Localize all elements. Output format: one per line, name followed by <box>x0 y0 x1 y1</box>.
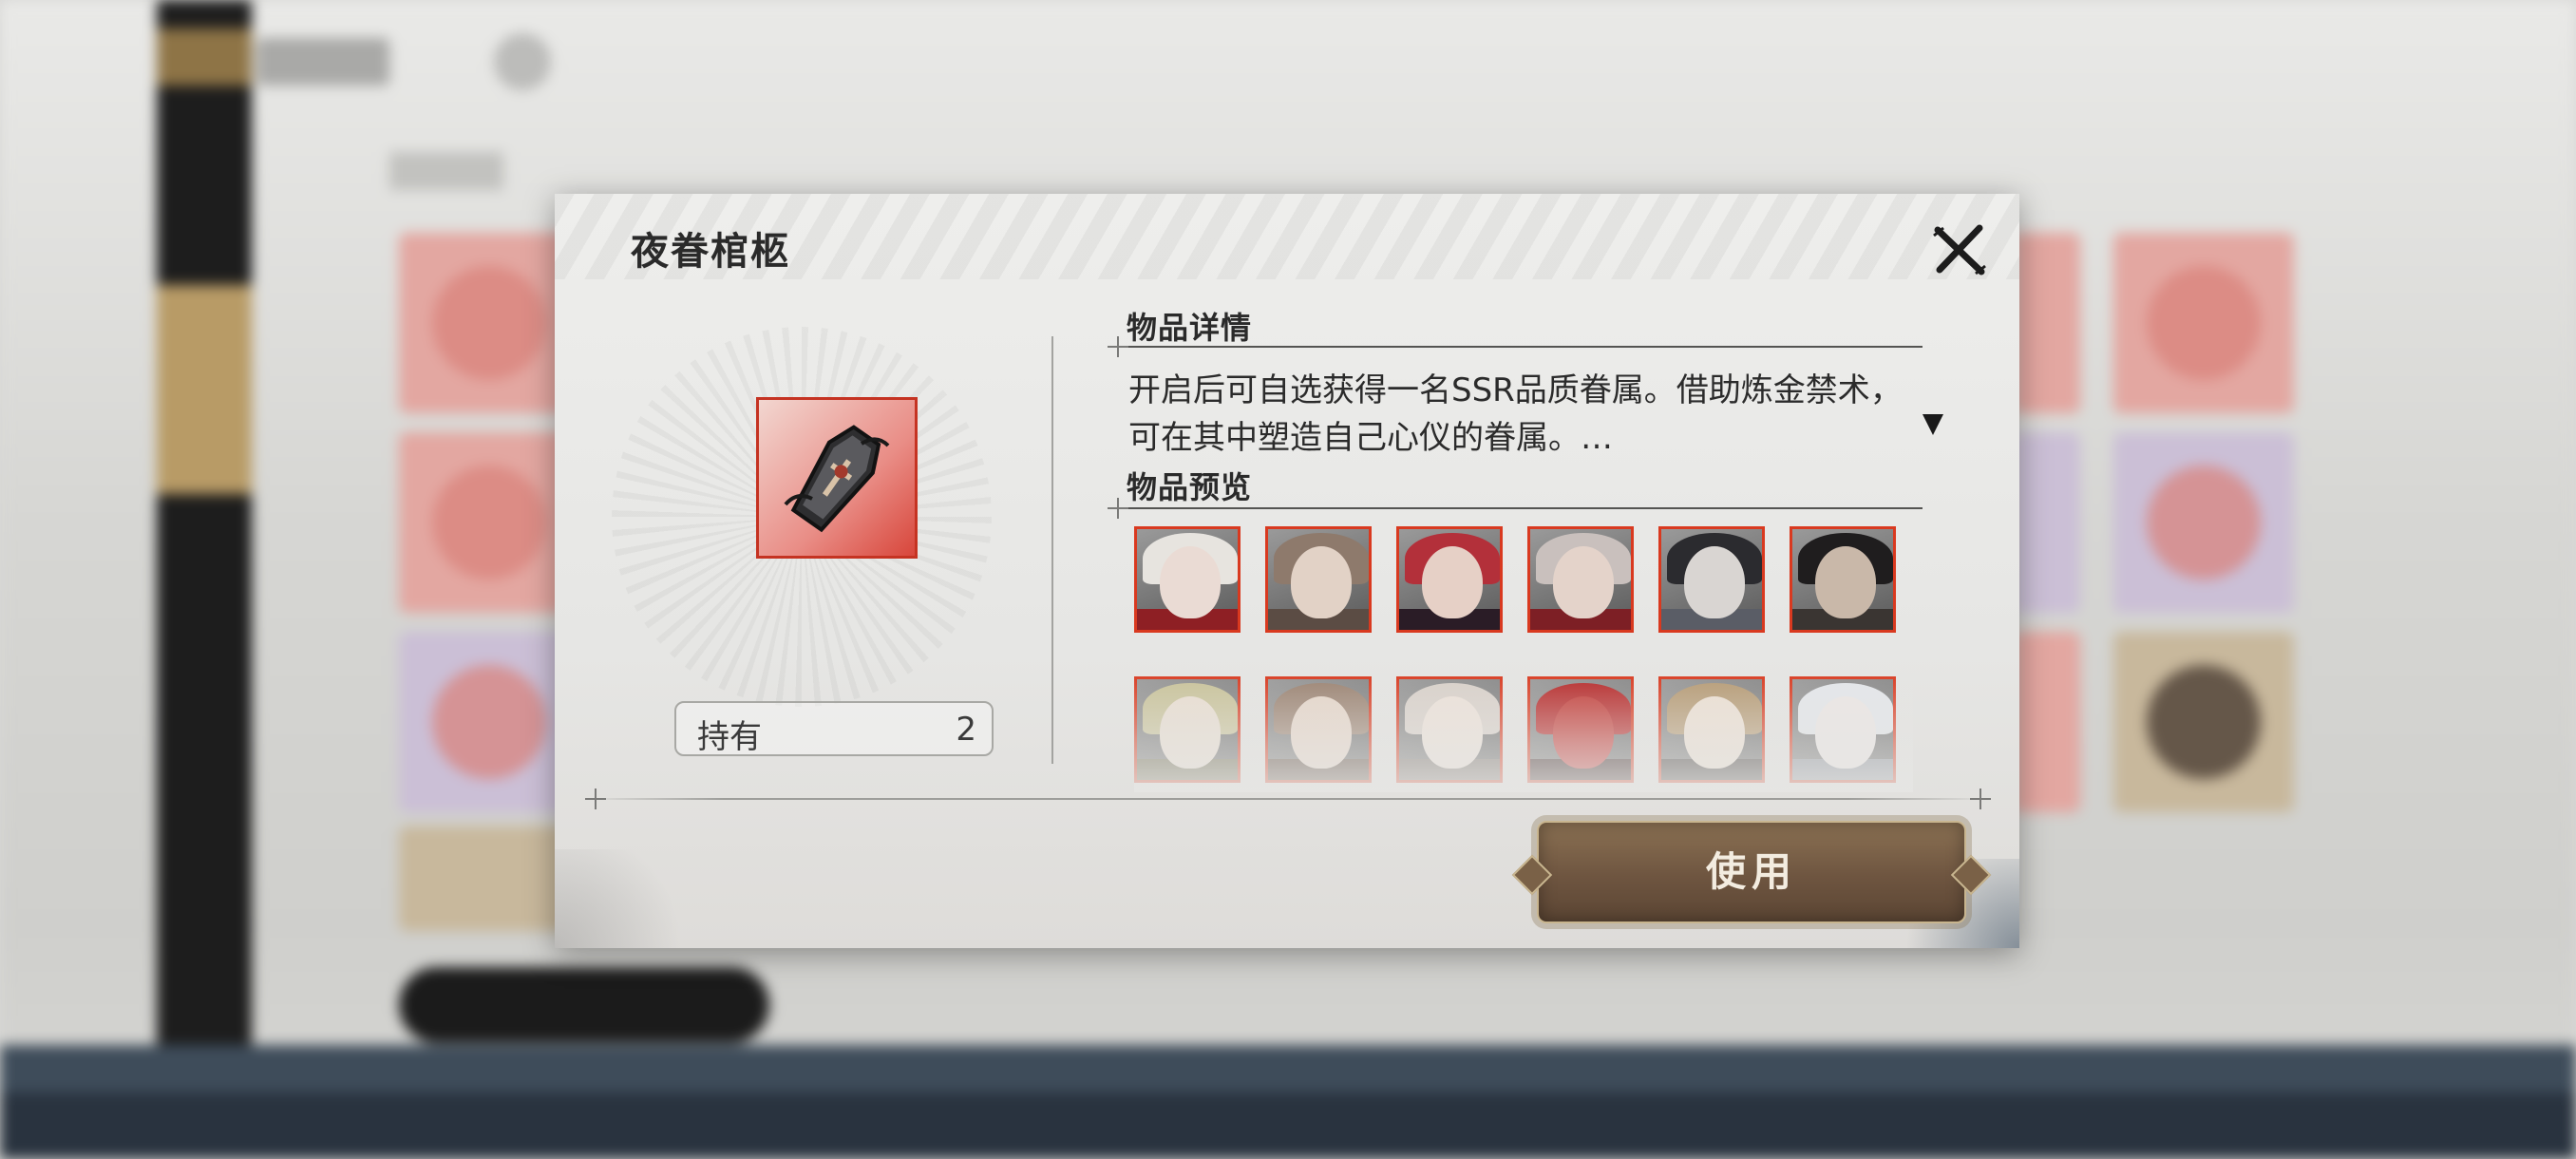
sparkle-ornament <box>585 788 606 809</box>
coffin-icon <box>784 425 890 533</box>
bg-top-icon <box>494 33 551 90</box>
sparkle-ornament <box>1108 336 1128 357</box>
owned-count: 2 <box>956 711 976 749</box>
bg-top-label <box>256 38 389 86</box>
owned-count-box: 持有 2 <box>674 701 994 756</box>
portrait-face <box>1684 546 1745 618</box>
character-portrait[interactable] <box>1658 526 1765 633</box>
character-portrait[interactable] <box>1265 676 1372 783</box>
character-portrait[interactable] <box>1658 676 1765 783</box>
character-portrait[interactable] <box>1790 676 1896 783</box>
preview-portrait-grid <box>1134 526 1913 792</box>
item-detail-dialog: 夜眷棺柩 持有 2 物品详情 开启后可自选获得一名SSR品质眷属。借助炼金禁术，… <box>555 194 2019 948</box>
detail-section-title: 物品详情 <box>1127 310 1253 346</box>
character-portrait[interactable] <box>1527 526 1634 633</box>
sparkle-ornament <box>1108 498 1128 519</box>
portrait-face <box>1553 696 1614 769</box>
bg-item-card <box>399 826 579 931</box>
bg-item-card <box>2014 233 2080 413</box>
use-button[interactable]: 使用 <box>1537 821 1966 923</box>
bg-wave-dark <box>0 1092 2576 1159</box>
character-portrait[interactable] <box>1396 526 1503 633</box>
close-x-icon <box>1933 224 1986 276</box>
character-portrait[interactable] <box>1265 526 1372 633</box>
bg-category-tab <box>389 152 503 190</box>
item-icon-frame <box>756 397 918 559</box>
preview-section-title: 物品预览 <box>1127 469 1253 505</box>
item-description: 开启后可自选获得一名SSR品质眷属。借助炼金禁术，可在其中塑造自己心仪的眷属。… <box>1128 371 1903 457</box>
portrait-face <box>1422 696 1483 769</box>
bg-item-card <box>2014 432 2080 613</box>
portrait-face <box>1160 546 1221 618</box>
caret-down-icon[interactable] <box>1923 414 1943 435</box>
dialog-title: 夜眷棺柩 <box>631 229 790 274</box>
vertical-divider <box>1051 336 1053 764</box>
bg-item-card <box>2113 432 2294 613</box>
portrait-face <box>1291 546 1352 618</box>
preview-title-underline <box>1125 507 1923 509</box>
portrait-face <box>1815 696 1876 769</box>
bg-sidebar-selected-tab <box>157 285 252 494</box>
detail-title-underline <box>1125 346 1923 348</box>
portrait-face <box>1291 696 1352 769</box>
bg-item-card <box>2014 632 2080 812</box>
dialog-corner-decor <box>555 849 707 948</box>
portrait-face <box>1160 696 1221 769</box>
bg-item-card <box>399 632 579 812</box>
close-button[interactable] <box>1926 217 1993 283</box>
portrait-face <box>1815 546 1876 618</box>
bg-sidebar-accent <box>157 28 252 86</box>
bg-item-card <box>399 432 579 613</box>
bg-left-sidebar <box>157 0 252 1159</box>
character-portrait[interactable] <box>1134 676 1241 783</box>
bg-bottom-button <box>399 967 769 1043</box>
character-portrait[interactable] <box>1134 526 1241 633</box>
character-portrait[interactable] <box>1527 676 1634 783</box>
character-portrait[interactable] <box>1790 526 1896 633</box>
bg-item-card <box>2113 233 2294 413</box>
bottom-divider <box>583 798 1989 800</box>
portrait-face <box>1684 696 1745 769</box>
owned-label: 持有 <box>697 718 762 756</box>
portrait-face <box>1422 546 1483 618</box>
bg-item-card <box>2113 632 2294 812</box>
bg-item-card <box>399 233 579 413</box>
character-portrait[interactable] <box>1396 676 1503 783</box>
sparkle-ornament <box>1970 788 1991 809</box>
portrait-face <box>1553 546 1614 618</box>
use-button-label: 使用 <box>1705 848 1797 895</box>
